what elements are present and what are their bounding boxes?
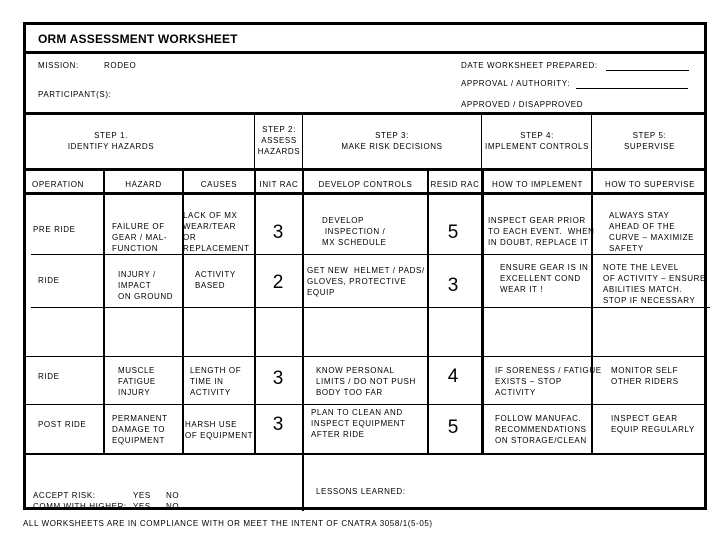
- divider-columns: [26, 192, 704, 195]
- date-prepared-label: DATE WORKSHEET PREPARED:: [461, 61, 598, 70]
- row-causes: ACTIVITY BASED: [195, 270, 236, 290]
- row-divider: [31, 254, 704, 255]
- row-init-rac: 3: [272, 414, 284, 435]
- row-resid-rac: 5: [447, 222, 459, 243]
- col-divider: [254, 170, 256, 454]
- col-divider: [591, 170, 593, 454]
- row-implement: INSPECT GEAR PRIOR TO EACH EVENT. WHEN I…: [488, 216, 595, 247]
- row-supervise: ALWAYS STAY AHEAD OF THE CURVE – MAXIMIZ…: [609, 211, 695, 253]
- col-divider: [427, 170, 429, 454]
- comm-with-higher-no[interactable]: NO: [166, 501, 179, 512]
- row-implement: ENSURE GEAR IS IN EXCELLENT COND WEAR IT…: [500, 263, 589, 294]
- row-operation: RIDE: [38, 372, 60, 381]
- accept-risk-yes[interactable]: YES: [133, 490, 151, 501]
- row-resid-rac: 3: [447, 275, 459, 296]
- col-header-hazard: HAZARD: [125, 180, 162, 189]
- row-causes: LACK OF MX WEAR/TEAR OR REPLACEMENT: [183, 211, 250, 253]
- accept-risk-no[interactable]: NO: [166, 490, 179, 501]
- mission-label: MISSION:: [38, 61, 79, 70]
- row-operation: POST RIDE: [38, 420, 87, 429]
- step4-header: STEP 4: IMPLEMENT CONTROLS: [485, 131, 589, 151]
- row-operation: PRE RIDE: [33, 225, 76, 234]
- row-divider: [26, 453, 704, 455]
- date-prepared-field[interactable]: [606, 70, 689, 71]
- approved-disapproved-label: APPROVED / DISAPPROVED: [461, 100, 584, 109]
- col-header-develop-controls: DEVELOP CONTROLS: [318, 180, 413, 189]
- row-divider: [26, 356, 704, 357]
- approval-authority-field[interactable]: [576, 88, 688, 89]
- row-hazard: INJURY / IMPACT ON GROUND: [118, 270, 174, 301]
- row-supervise: INSPECT GEAR EQUIP REGULARLY: [611, 414, 695, 434]
- row-causes: HARSH USE OF EQUIPMENT: [185, 420, 254, 440]
- step3-header: STEP 3: MAKE RISK DECISIONS: [341, 131, 443, 151]
- accept-risk-label: ACCEPT RISK:: [33, 491, 96, 500]
- col-header-how-to-supervise: HOW TO SUPERVISE: [604, 180, 696, 189]
- orm-worksheet: ORM ASSESSMENT WORKSHEET MISSION: RODEO …: [23, 22, 710, 512]
- mission-value: RODEO: [104, 61, 137, 70]
- row-controls: DEVELOP INSPECTION / MX SCHEDULE: [322, 216, 387, 247]
- row-init-rac: 3: [272, 222, 284, 243]
- row-controls: GET NEW HELMET / PADS/ GLOVES, PROTECTIV…: [307, 266, 425, 297]
- lessons-learned-label: LESSONS LEARNED:: [316, 487, 406, 496]
- row-implement: FOLLOW MANUFAC. RECOMMENDATIONS ON STORA…: [495, 414, 587, 445]
- divider-steps: [26, 168, 704, 171]
- row-operation: RIDE: [38, 276, 60, 285]
- col-header-causes: CAUSES: [200, 180, 238, 189]
- col-header-how-to-implement: HOW TO IMPLEMENT: [491, 180, 584, 189]
- approval-authority-label: APPROVAL / AUTHORITY:: [461, 79, 571, 88]
- row-hazard: FAILURE OF GEAR / MAL- FUNCTION: [112, 222, 168, 253]
- title-bar: ORM ASSESSMENT WORKSHEET: [26, 25, 704, 54]
- step1-header: STEP 1. IDENTIFY HAZARDS: [67, 131, 155, 151]
- row-controls: KNOW PERSONAL LIMITS / DO NOT PUSH BODY …: [316, 366, 416, 397]
- col-divider: [103, 170, 105, 454]
- divider-header: [26, 112, 704, 115]
- col-header-operation: OPERATION: [32, 180, 84, 189]
- row-hazard: PERMANENT DAMAGE TO EQUIPMENT: [112, 414, 168, 445]
- step5-header: STEP 5: SUPERVISE: [623, 131, 676, 151]
- row-divider: [26, 404, 704, 405]
- col-header-init-rac: INIT RAC: [259, 180, 299, 189]
- col-divider: [302, 170, 304, 511]
- step2-header: STEP 2: ASSESS HAZARDS: [257, 125, 301, 156]
- row-init-rac: 3: [272, 368, 284, 389]
- row-hazard: MUSCLE FATIGUE INJURY: [118, 366, 156, 397]
- worksheet-title: ORM ASSESSMENT WORKSHEET: [38, 32, 238, 46]
- row-divider: [31, 307, 710, 308]
- row-supervise: NOTE THE LEVEL OF ACTIVITY – ENSURE ABIL…: [603, 263, 706, 305]
- compliance-footer: ALL WORKSHEETS ARE IN COMPLIANCE WITH OR…: [23, 519, 433, 528]
- col-header-resid-rac: RESID RAC: [430, 180, 480, 189]
- row-causes: LENGTH OF TIME IN ACTIVITY: [190, 366, 242, 397]
- participants-label: PARTICIPANT(S):: [38, 90, 112, 99]
- comm-with-higher-label: COMM WITH HIGHER:: [33, 502, 127, 511]
- row-supervise: MONITOR SELF OTHER RIDERS: [611, 366, 679, 386]
- row-controls: PLAN TO CLEAN AND INSPECT EQUIPMENT AFTE…: [311, 408, 406, 439]
- row-implement: IF SORENESS / FATIGUE EXISTS – STOP ACTI…: [495, 366, 602, 397]
- row-init-rac: 2: [272, 272, 284, 293]
- col-divider: [481, 170, 484, 454]
- comm-with-higher-yes[interactable]: YES: [133, 501, 151, 512]
- row-resid-rac: 4: [447, 366, 459, 387]
- row-resid-rac: 5: [447, 417, 459, 438]
